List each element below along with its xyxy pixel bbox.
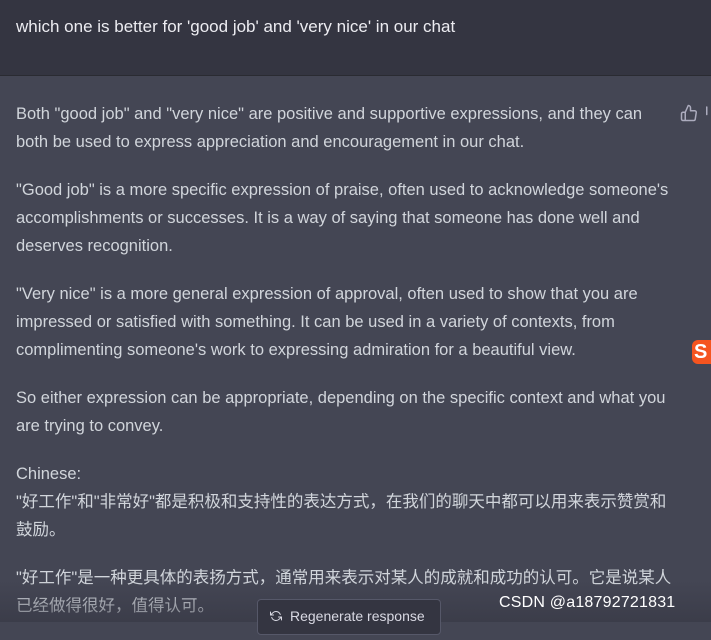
csdn-watermark: CSDN @a18792721831 [499,594,676,611]
sogou-badge-text: S [694,341,708,363]
thumbs-up-icon [680,104,697,122]
chinese-paragraph: "好工作"和"非常好"都是积极和支持性的表达方式，在我们的聊天中都可以用来表示赞… [16,493,667,539]
thumbs-down-button[interactable] [704,104,711,122]
assistant-message: Both "good job" and "very nice" are posi… [16,100,676,640]
answer-paragraph: "Good job" is a more specific expression… [16,181,669,255]
thumbs-down-icon [706,106,708,116]
regenerate-response-button[interactable]: Regenerate response [257,599,441,635]
thumbs-up-button[interactable] [680,104,698,122]
chinese-label: Chinese: [16,465,82,483]
sogou-ime-badge[interactable]: S [692,340,711,364]
user-message-text: which one is better for 'good job' and '… [16,17,456,36]
answer-paragraph: So either expression can be appropriate,… [16,389,666,435]
answer-paragraph: "Very nice" is a more general expression… [16,285,638,359]
user-message-row: which one is better for 'good job' and '… [0,0,711,76]
answer-paragraph: Both "good job" and "very nice" are posi… [16,105,643,151]
chinese-section: Chinese: "好工作"和"非常好"都是积极和支持性的表达方式，在我们的聊天… [16,460,676,544]
refresh-icon [270,611,282,621]
